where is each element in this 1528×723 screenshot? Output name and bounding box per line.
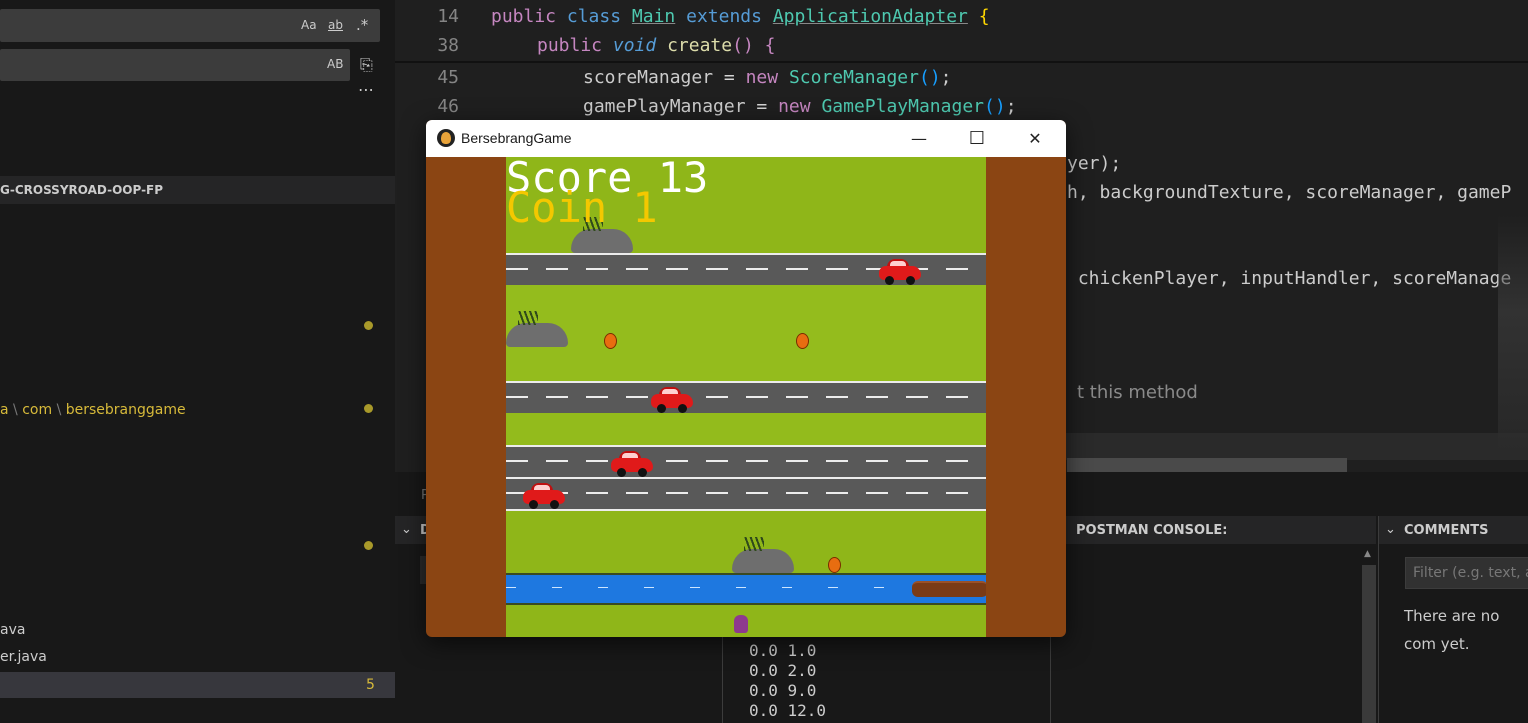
chevron-down-icon[interactable]: ⌄	[401, 522, 412, 537]
code-line[interactable]: gamePlayManager = new GamePlayManager();	[583, 96, 1017, 117]
coin-icon	[604, 333, 617, 349]
comments-title: COMMENTS	[1404, 523, 1489, 538]
coin-icon	[796, 333, 809, 349]
line-number: 38	[437, 35, 459, 56]
regex-toggle[interactable]: .*	[356, 16, 368, 34]
code-line[interactable]: scoreManager = new ScoreManager();	[583, 67, 952, 88]
line-number: 45	[437, 67, 459, 88]
road-lane	[506, 381, 986, 415]
modified-dot-icon	[364, 541, 373, 550]
horizontal-scrollbar-track[interactable]	[1065, 433, 1528, 460]
modified-dot-icon	[364, 404, 373, 413]
car-sprite	[611, 450, 653, 477]
grass-lane	[506, 413, 986, 445]
tree-item-package-path[interactable]: a \ com \ bersebranggame	[0, 402, 186, 418]
postman-console-title: POSTMAN CONSOLE:	[1076, 523, 1228, 538]
tree-item-file[interactable]: ava	[0, 622, 25, 638]
scroll-up-arrow-icon[interactable]: ▲	[1364, 549, 1371, 559]
horizontal-scrollbar-thumb[interactable]	[1067, 458, 1347, 472]
minimize-button[interactable]: —	[896, 120, 942, 157]
code-line-sticky[interactable]: public void create() {	[537, 35, 775, 56]
line-number: 14	[437, 6, 459, 27]
output-line: 0.0 12.0	[749, 701, 827, 720]
path-segment: com	[22, 402, 53, 418]
grass-lane	[506, 285, 986, 381]
coin-label: Coin 1	[506, 183, 658, 232]
rock-obstacle	[506, 311, 568, 347]
codelens-hint[interactable]: t this method	[1077, 382, 1198, 403]
tree-item-selected[interactable]	[0, 672, 395, 698]
close-button[interactable]: ✕	[1012, 120, 1058, 157]
vertical-scrollbar[interactable]	[1362, 565, 1376, 723]
game-window[interactable]: BersebrangGame — ☐ ✕ Score 13 Coin 1	[426, 120, 1066, 637]
path-segment: bersebranggame	[65, 402, 186, 418]
output-line: 0.0 9.0	[749, 681, 817, 700]
window-title: BersebrangGame	[461, 130, 572, 146]
game-titlebar[interactable]: BersebrangGame — ☐ ✕	[426, 120, 1066, 157]
code-line-partial[interactable]: h, backgroundTexture, scoreManager, game…	[1067, 182, 1511, 203]
rock-obstacle	[571, 217, 633, 253]
project-title: G-CROSSYROAD-OOP-FP	[0, 183, 164, 197]
car-sprite	[651, 386, 693, 413]
whole-word-toggle[interactable]: ab	[328, 18, 343, 32]
problem-count-badge: 5	[366, 677, 375, 693]
code-line-partial[interactable]: yer);	[1067, 153, 1121, 174]
no-comments-message: There are no com yet.	[1404, 607, 1500, 653]
rock-obstacle	[732, 537, 794, 573]
app-icon	[437, 129, 455, 147]
game-canvas[interactable]: Score 13 Coin 1	[506, 157, 986, 637]
road-lane	[506, 477, 986, 511]
match-case-toggle[interactable]: Aa	[301, 18, 317, 32]
code-line-sticky[interactable]: public class Main extends ApplicationAda…	[491, 6, 990, 27]
line-number: 46	[437, 96, 459, 117]
player-chicken	[734, 615, 748, 633]
explorer-sidebar: Aa ab .* AB ⎘ ⋯ G-CROSSYROAD-OOP-FP a \ …	[0, 0, 395, 723]
coin-icon	[828, 557, 841, 573]
more-actions-icon[interactable]: ⋯	[358, 80, 374, 99]
output-line: 0.0 2.0	[749, 661, 817, 680]
replace-all-icon[interactable]: ⎘	[360, 55, 373, 75]
maximize-button[interactable]: ☐	[954, 120, 1000, 157]
car-sprite	[879, 258, 921, 285]
chevron-down-icon[interactable]: ⌄	[1385, 522, 1396, 537]
path-segment: a	[0, 402, 9, 418]
minimap[interactable]	[1498, 215, 1528, 455]
search-input[interactable]	[0, 9, 380, 42]
replace-input[interactable]	[0, 49, 350, 81]
panel-divider	[1378, 516, 1379, 723]
code-line-partial[interactable]: chickenPlayer, inputHandler, scoreManage	[1067, 268, 1512, 289]
sticky-scroll-divider	[395, 61, 1528, 63]
car-sprite	[523, 482, 565, 509]
modified-dot-icon	[364, 321, 373, 330]
log-platform	[912, 581, 986, 597]
tree-item-file[interactable]: er.java	[0, 649, 47, 665]
road-lane	[506, 445, 986, 479]
output-line: 0.0 1.0	[749, 641, 817, 660]
panel-divider	[722, 636, 723, 723]
preserve-case-toggle[interactable]: AB	[327, 57, 343, 71]
comment-filter-placeholder: Filter (e.g. text, au	[1413, 565, 1528, 581]
